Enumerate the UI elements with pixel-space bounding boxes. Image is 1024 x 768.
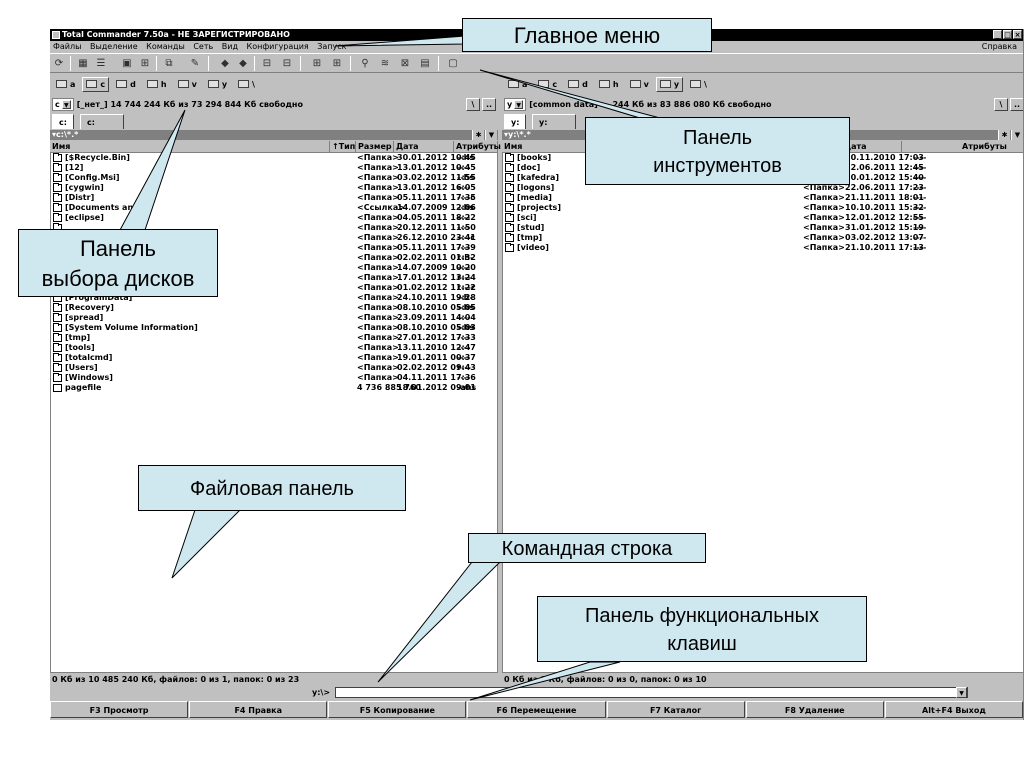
callout-pointers xyxy=(119,35,661,701)
toolbar-pointer xyxy=(479,69,661,119)
callout-command-line: Командная строка xyxy=(468,533,706,563)
drives-pointer xyxy=(119,109,186,231)
callout-drive-panel: Панель выбора дисков xyxy=(18,229,218,297)
file-panel-pointer xyxy=(171,509,242,579)
fkeys-pointer xyxy=(469,661,621,701)
command-line-pointer xyxy=(377,561,502,683)
callout-fkeys: Панель функциональных клавиш xyxy=(537,596,867,662)
callout-file-panel: Файловая панель xyxy=(138,465,406,511)
main-menu-pointer xyxy=(334,35,466,47)
callout-toolbar: Панель инструментов xyxy=(585,117,850,185)
callout-main-menu: Главное меню xyxy=(462,18,712,52)
